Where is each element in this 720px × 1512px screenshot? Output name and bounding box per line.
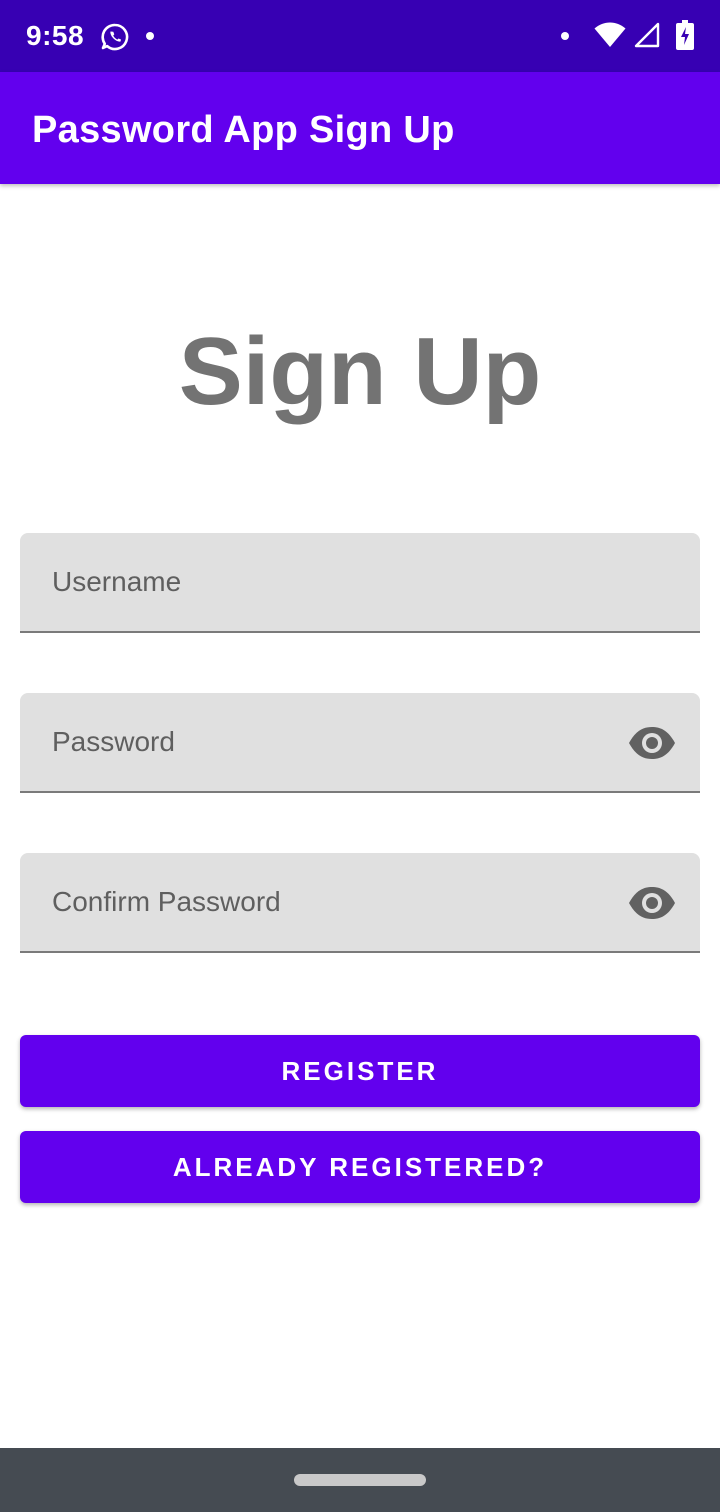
status-bar: 9:58 [0,0,720,72]
eye-icon[interactable] [628,723,676,763]
username-input[interactable] [52,533,612,631]
navigation-bar [0,1448,720,1512]
already-registered-button[interactable]: ALREADY REGISTERED? [20,1131,700,1203]
app-bar: Password App Sign Up [0,72,720,184]
whatsapp-icon [101,23,129,51]
password-field[interactable] [20,693,700,793]
password-input[interactable] [52,693,612,791]
status-time: 9:58 [26,20,85,51]
username-field[interactable] [20,533,700,633]
register-button[interactable]: REGISTER [20,1035,700,1107]
cellular-signal-icon [634,22,660,48]
status-dot-icon [561,32,569,40]
battery-charging-icon [676,20,694,50]
eye-icon[interactable] [628,883,676,923]
notification-dot-icon [146,32,154,40]
confirm-password-input[interactable] [52,853,612,951]
page-heading: Sign Up [178,318,542,425]
home-gesture-handle[interactable] [294,1474,426,1486]
confirm-password-field[interactable] [20,853,700,953]
wifi-icon [594,22,626,47]
app-title: Password App Sign Up [32,109,455,151]
